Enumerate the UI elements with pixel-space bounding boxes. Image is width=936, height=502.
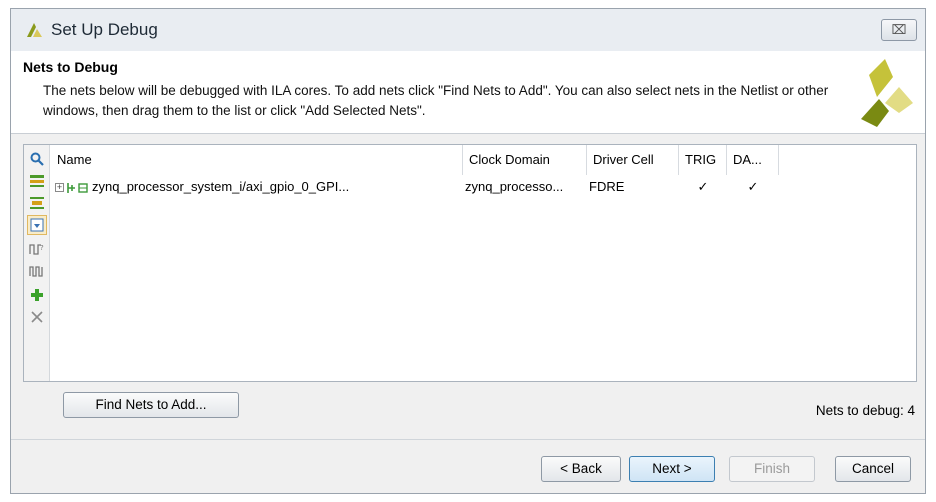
finish-button[interactable]: Finish [729, 456, 815, 482]
data-checkbox[interactable]: ✓ [727, 176, 779, 198]
page-title: Nets to Debug [23, 59, 118, 75]
next-button[interactable]: Next > [629, 456, 715, 482]
back-label: < Back [560, 461, 602, 476]
table-row[interactable]: + zynq_processor_system_i/axi_gpio_0_GPI.… [51, 176, 916, 198]
collapse-all-icon[interactable] [27, 171, 47, 191]
page-description: The nets below will be debugged with ILA… [43, 83, 829, 118]
setup-debug-dialog: Set Up Debug ⌧ Nets to Debug The nets be… [10, 8, 926, 494]
column-header-name[interactable]: Name [51, 145, 463, 175]
column-header-trig[interactable]: TRIG [679, 145, 727, 175]
waveform-icon[interactable] [27, 261, 47, 281]
close-button[interactable]: ⌧ [881, 19, 917, 41]
clock-domain-cell: zynq_processo... [465, 179, 564, 194]
expand-icon[interactable]: + [55, 183, 64, 193]
close-icon: ⌧ [891, 22, 907, 37]
net-icon [67, 182, 75, 193]
footer-divider [11, 439, 925, 440]
find-nets-label: Find Nets to Add... [95, 397, 207, 412]
cancel-label: Cancel [851, 461, 895, 476]
find-nets-button[interactable]: Find Nets to Add... [63, 392, 239, 418]
column-header-driver-cell[interactable]: Driver Cell [587, 145, 679, 175]
back-button[interactable]: < Back [541, 456, 621, 482]
column-header-clock-domain[interactable]: Clock Domain [463, 145, 587, 175]
trig-checkbox[interactable]: ✓ [679, 176, 727, 198]
select-all-icon[interactable] [27, 215, 47, 235]
search-icon[interactable] [27, 149, 47, 169]
nets-count-label: Nets to debug: 4 [815, 403, 915, 418]
finish-label: Finish [753, 461, 790, 476]
next-label: Next > [652, 461, 692, 476]
bus-icon [78, 182, 88, 193]
window-title: Set Up Debug [51, 20, 158, 39]
expand-all-icon[interactable] [27, 193, 47, 213]
remove-icon[interactable] [27, 307, 47, 327]
title-bar: Set Up Debug ⌧ [11, 9, 925, 51]
net-name: zynq_processor_system_i/axi_gpio_0_GPI..… [92, 179, 350, 194]
svg-text:?: ? [40, 244, 44, 252]
side-toolbar: ? [24, 145, 50, 381]
nets-table-panel: ? Name Clock Domain Driver Cell TRIG DA.… [23, 144, 917, 382]
driver-cell-cell: FDRE [589, 179, 625, 194]
nets-grid: Name Clock Domain Driver Cell TRIG DA...… [51, 145, 916, 381]
grid-header: Name Clock Domain Driver Cell TRIG DA... [51, 145, 916, 175]
column-header-data[interactable]: DA... [727, 145, 779, 175]
cancel-button[interactable]: Cancel [835, 456, 911, 482]
app-icon [27, 23, 42, 37]
probe-type-icon[interactable]: ? [27, 239, 47, 259]
xilinx-logo-icon [861, 59, 913, 127]
page-header: Nets to Debug The nets below will be deb… [11, 51, 925, 134]
net-name-cell: + zynq_processor_system_i/axi_gpio_0_GPI.… [51, 176, 463, 198]
add-icon[interactable] [27, 285, 47, 305]
